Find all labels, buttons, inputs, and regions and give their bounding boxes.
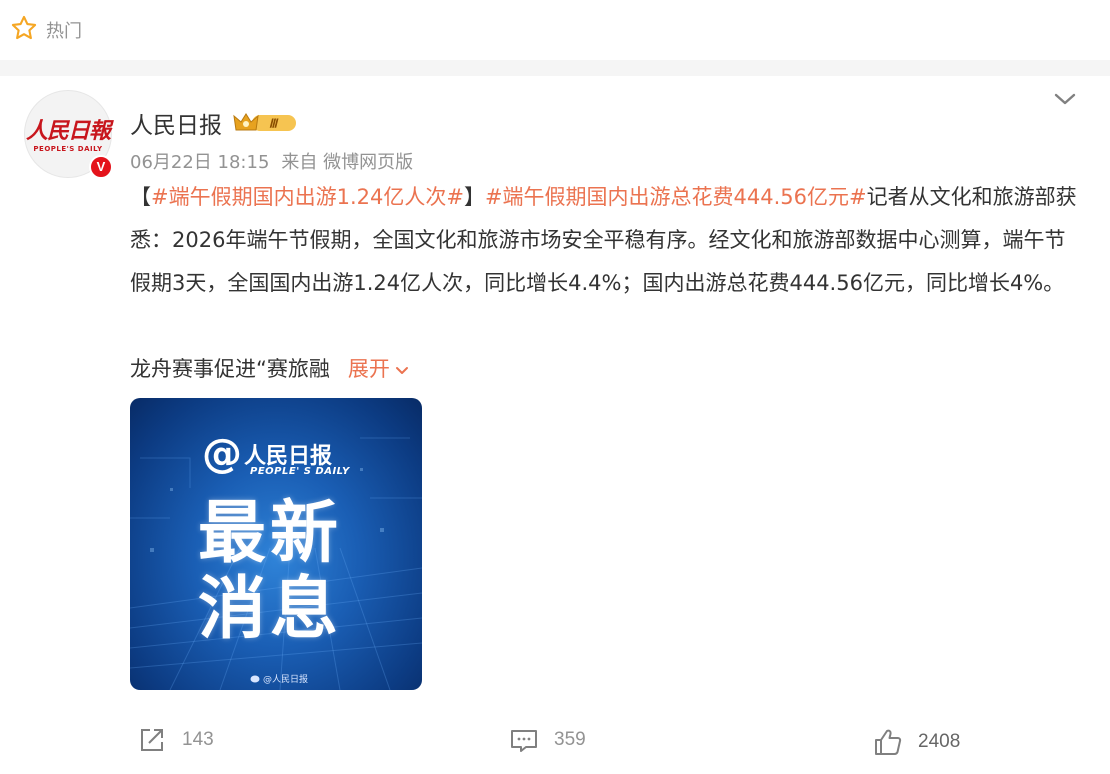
truncated-line: 龙舟赛事促进“赛旅融 展开	[130, 348, 410, 391]
author-name[interactable]: 人民日报	[130, 106, 222, 140]
share-button[interactable]: 143	[136, 724, 214, 756]
expand-chevron-icon	[395, 366, 408, 374]
image-watermark-text: @人民日报	[263, 675, 309, 685]
image-headline-line2: 消息	[198, 570, 343, 649]
hot-label: 热门	[46, 21, 82, 42]
truncated-text: 龙舟赛事促进“赛旅融	[130, 357, 330, 381]
avatar-logo-en: PEOPLE'S DAILY	[33, 145, 103, 153]
avatar-logo-text: 人民日報	[25, 118, 111, 144]
vip-crown-icon[interactable]: Ⅲ	[232, 110, 298, 136]
like-count: 2408	[918, 731, 961, 752]
comment-count: 359	[554, 729, 586, 750]
chevron-down-icon[interactable]	[1050, 84, 1080, 114]
image-brand-at: @	[202, 431, 242, 477]
post-image[interactable]: @ 人民日报 PEOPLE' S DAILY 最新 消息 @人民日报	[130, 398, 422, 690]
image-headline-line1: 最新	[198, 494, 343, 573]
post-meta: 06月22日 18:15 来自 微博网页版	[130, 148, 413, 174]
image-watermark: @人民日报	[250, 672, 308, 685]
section-divider	[0, 60, 1110, 76]
author-row: 人民日报 Ⅲ	[130, 106, 298, 140]
action-bar: 143 359 2408	[0, 724, 1110, 764]
bracket-close: 】	[463, 185, 485, 209]
comment-button[interactable]: 359	[508, 724, 586, 756]
comment-icon	[511, 730, 537, 752]
like-button[interactable]: 2408	[872, 726, 960, 758]
verified-badge-icon: V	[89, 155, 113, 179]
share-count: 143	[182, 729, 214, 750]
post-date[interactable]: 06月22日 18:15	[130, 148, 269, 174]
share-icon	[141, 729, 163, 751]
image-brand-en: PEOPLE' S DAILY	[250, 466, 350, 477]
expand-button[interactable]: 展开	[348, 348, 410, 391]
topic-link-1[interactable]: #端午假期国内出游1.24亿人次#	[151, 185, 464, 209]
hot-header: 热门	[10, 14, 82, 46]
topic-link-2[interactable]: #端午假期国内出游总花费444.56亿元#	[485, 185, 867, 209]
author-avatar[interactable]: 人民日報 PEOPLE'S DAILY V	[24, 90, 113, 179]
bracket-open: 【	[130, 185, 151, 209]
expand-label: 展开	[347, 357, 390, 381]
weibo-logo-icon	[250, 675, 260, 683]
weibo-post-card: 人民日報 PEOPLE'S DAILY V 人民日报 Ⅲ 06月22日 18:1…	[0, 76, 1110, 774]
post-source: 来自 微博网页版	[281, 152, 414, 173]
like-icon	[875, 729, 902, 755]
star-icon[interactable]	[10, 14, 38, 46]
post-text: 【#端午假期国内出游1.24亿人次#】#端午假期国内出游总花费444.56亿元#…	[130, 176, 1080, 305]
